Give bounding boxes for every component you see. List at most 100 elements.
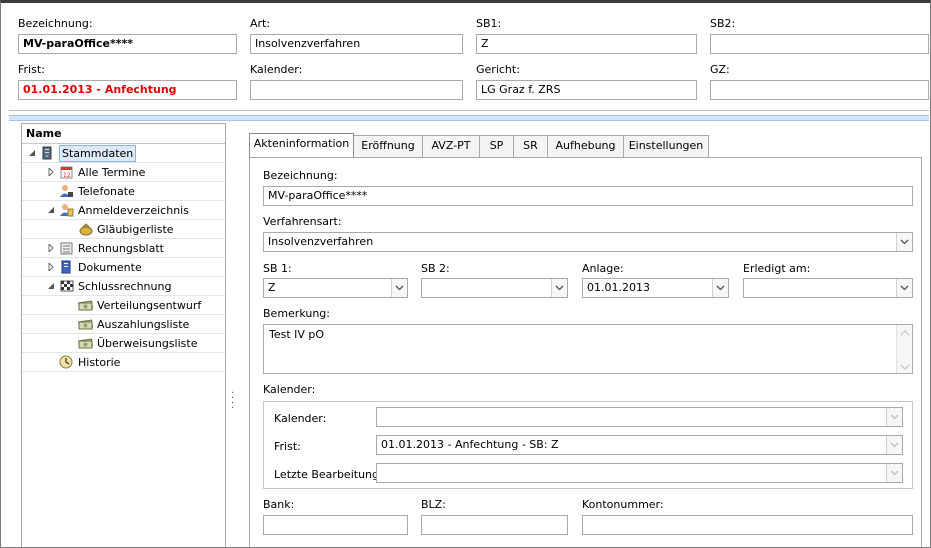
header-gericht-label: Gericht: xyxy=(476,63,520,76)
anlage-value: 01.01.2013 xyxy=(587,281,650,294)
tab-eroeffnung[interactable]: Eröffnung xyxy=(353,135,423,157)
detail-panel: Akteninformation Eröffnung AVZ-PT SP SR … xyxy=(239,123,929,547)
header-gericht-field[interactable]: LG Graz f. ZRS xyxy=(476,80,697,100)
tab-content-akteninformation: Bezeichnung: MV-paraOffice**** Verfahren… xyxy=(249,157,922,547)
tree-item-schlussrechnung[interactable]: Schlussrechnung xyxy=(22,277,225,296)
chevron-down-icon[interactable] xyxy=(391,279,407,297)
chevron-down-icon[interactable] xyxy=(886,408,902,426)
erledigt-date-picker[interactable] xyxy=(743,278,913,298)
navigation-tree: Name Stammdaten 12 Alle Termine Telefonate A… xyxy=(21,123,226,547)
bezeichnung-field[interactable]: MV-paraOffice**** xyxy=(263,186,913,206)
chevron-down-icon[interactable] xyxy=(886,436,902,454)
bemerkung-scrollbar[interactable] xyxy=(896,325,912,373)
tree-item-überweisungsliste[interactable]: Überweisungsliste xyxy=(22,334,225,353)
tree-item-auszahlungsliste[interactable]: Auszahlungsliste xyxy=(22,315,225,334)
tab-aufhebung[interactable]: Aufhebung xyxy=(547,135,624,157)
header-art-label: Art: xyxy=(250,17,271,30)
horizontal-splitter[interactable] xyxy=(9,115,929,121)
anlage-label: Anlage: xyxy=(582,262,624,275)
money-bag-icon xyxy=(78,222,93,236)
tree-item-label: Anmeldeverzeichnis xyxy=(78,204,189,217)
tree-expand-icon[interactable] xyxy=(47,166,55,178)
sb2-select[interactable] xyxy=(421,278,568,298)
header-bezeichnung-field[interactable]: MV-paraOffice**** xyxy=(18,34,237,54)
tree-item-label: Schlussrechnung xyxy=(78,280,172,293)
tree-item-historie[interactable]: Historie xyxy=(22,353,225,372)
vertical-splitter-grip[interactable]: · · · · xyxy=(231,389,234,414)
tab-avz-pt[interactable]: AVZ-PT xyxy=(422,135,480,157)
banknotes-icon xyxy=(78,317,94,331)
banknotes-icon xyxy=(78,298,94,312)
tree-item-alle-termine[interactable]: 12 Alle Termine xyxy=(22,163,225,182)
sb1-value: Z xyxy=(268,281,276,294)
tree-collapse-icon[interactable] xyxy=(47,282,55,290)
tree-item-label: Überweisungsliste xyxy=(97,337,198,350)
kal-frist-label: Frist: xyxy=(274,440,301,453)
header-sb1-label: SB1: xyxy=(476,17,502,30)
tree-collapse-icon[interactable] xyxy=(28,149,36,157)
tree-item-stammdaten[interactable]: Stammdaten xyxy=(22,144,225,163)
tree-item-rechnungsblatt[interactable]: Rechnungsblatt xyxy=(22,239,225,258)
header-sb2-label: SB2: xyxy=(710,17,736,30)
chevron-down-icon[interactable] xyxy=(712,279,728,297)
history-icon xyxy=(59,355,74,369)
server-icon xyxy=(40,146,55,160)
banknotes-icon xyxy=(78,336,94,350)
header-divider xyxy=(9,110,929,111)
tab-sr[interactable]: SR xyxy=(513,135,548,157)
tree-expand-icon[interactable] xyxy=(47,242,55,254)
header-kalender-label: Kalender: xyxy=(250,63,303,76)
header-gz-field[interactable] xyxy=(710,80,929,100)
tree-item-label: Stammdaten xyxy=(59,145,137,162)
chevron-down-icon[interactable] xyxy=(896,279,912,297)
tree-collapse-icon[interactable] xyxy=(47,206,55,214)
tree-item-label: Rechnungsblatt xyxy=(78,242,164,255)
tree-item-label: Auszahlungsliste xyxy=(97,318,190,331)
tab-sp[interactable]: SP xyxy=(479,135,514,157)
tab-einstellungen[interactable]: Einstellungen xyxy=(623,135,709,157)
erledigt-label: Erledigt am: xyxy=(743,262,811,275)
kal-letzte-select[interactable] xyxy=(376,463,903,483)
header-frist-label: Frist: xyxy=(18,63,45,76)
bank-label: Bank: xyxy=(263,498,295,511)
sb1-select[interactable]: Z xyxy=(263,278,408,298)
tab-akteninformation[interactable]: Akteninformation xyxy=(249,133,354,157)
sb2-label: SB 2: xyxy=(421,262,450,275)
kontonummer-field[interactable] xyxy=(582,515,913,535)
tree-item-dokumente[interactable]: Dokumente xyxy=(22,258,225,277)
bemerkung-value: Test IV pO xyxy=(269,328,325,341)
kalender-group: Kalender: Frist: 01.01.2013 - Anfechtung… xyxy=(263,401,913,489)
chevron-down-icon[interactable] xyxy=(551,279,567,297)
chevron-down-icon[interactable] xyxy=(896,233,912,251)
header-sb2-field[interactable] xyxy=(710,34,929,54)
header-frist-field[interactable]: 01.01.2013 - Anfechtung xyxy=(18,80,237,100)
header-bezeichnung-label: Bezeichnung: xyxy=(18,17,93,30)
bezeichnung-label: Bezeichnung: xyxy=(263,169,338,182)
kal-kalender-select[interactable] xyxy=(376,407,903,427)
tree-item-label: Telefonate xyxy=(78,185,135,198)
svg-text:12: 12 xyxy=(63,172,71,179)
phone-user-icon xyxy=(59,184,74,198)
bemerkung-textarea[interactable]: Test IV pO xyxy=(263,324,913,374)
verfahrensart-select[interactable]: Insolvenzverfahren xyxy=(263,232,913,252)
tree-item-telefonate[interactable]: Telefonate xyxy=(22,182,225,201)
header-art-field[interactable]: Insolvenzverfahren xyxy=(250,34,463,54)
blz-field[interactable] xyxy=(421,515,568,535)
tree-item-label: Gläubigerliste xyxy=(97,223,174,236)
tree-column-header[interactable]: Name xyxy=(22,124,225,144)
chevron-down-icon[interactable] xyxy=(886,464,902,482)
tree-item-verteilungsentwurf[interactable]: Verteilungsentwurf xyxy=(22,296,225,315)
header-kalender-field[interactable] xyxy=(250,80,463,100)
kal-frist-value: 01.01.2013 - Anfechtung - SB: Z xyxy=(381,438,559,451)
checkered-flag-icon xyxy=(59,279,74,293)
tree-expand-icon[interactable] xyxy=(47,261,55,273)
kal-frist-select[interactable]: 01.01.2013 - Anfechtung - SB: Z xyxy=(376,435,903,455)
header-sb1-field[interactable]: Z xyxy=(476,34,697,54)
header-gz-label: GZ: xyxy=(710,63,730,76)
blz-label: BLZ: xyxy=(421,498,446,511)
tree-item-gläubigerliste[interactable]: Gläubigerliste xyxy=(22,220,225,239)
bank-field[interactable] xyxy=(263,515,408,535)
tree-item-anmeldeverzeichnis[interactable]: Anmeldeverzeichnis xyxy=(22,201,225,220)
anlage-date-picker[interactable]: 01.01.2013 xyxy=(582,278,729,298)
kal-letzte-label: Letzte Bearbeitung: xyxy=(274,468,383,481)
